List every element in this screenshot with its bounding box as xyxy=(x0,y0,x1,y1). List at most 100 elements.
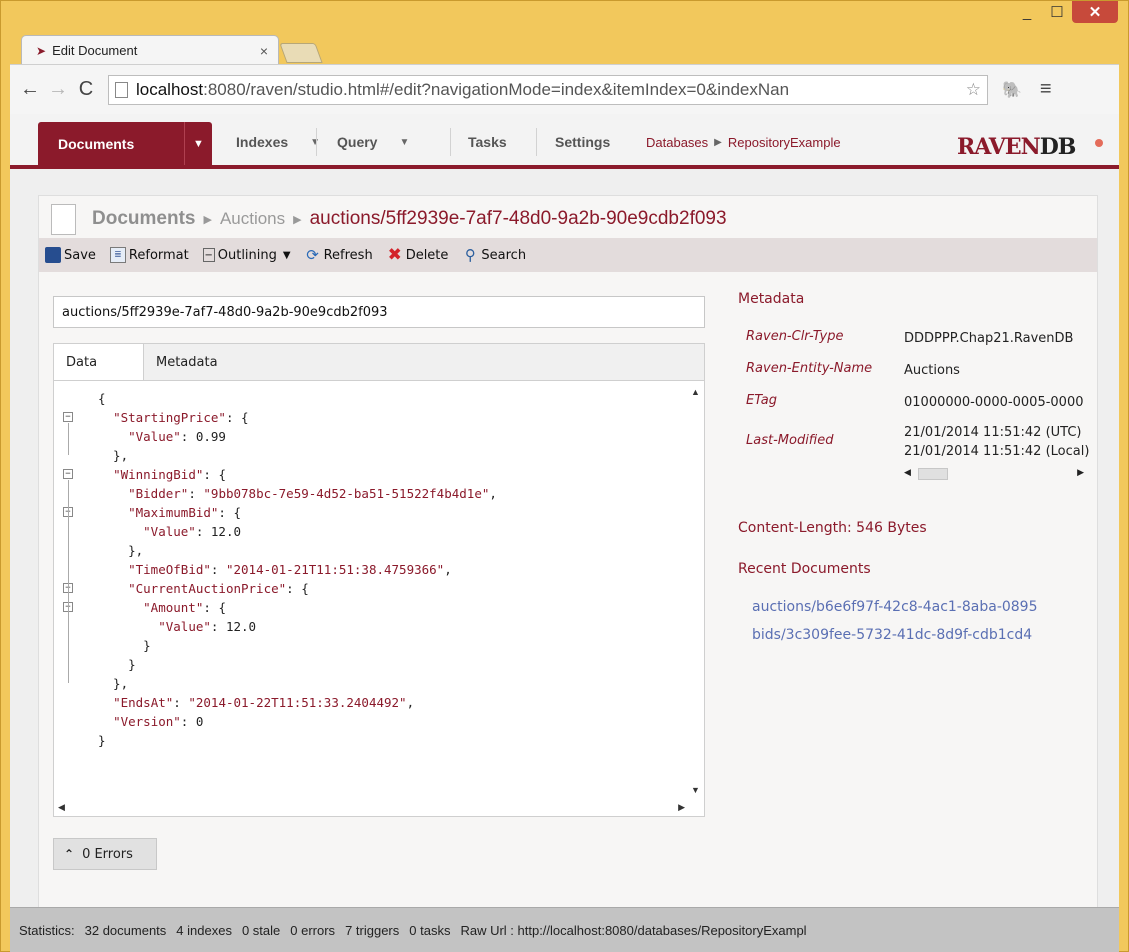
metadata-row: Raven-Entity-Name Auctions xyxy=(746,361,1091,381)
database-name-link[interactable]: RepositoryExample xyxy=(728,135,841,150)
code-line: }, xyxy=(98,676,129,691)
reload-icon[interactable]: C xyxy=(74,78,98,101)
scroll-right-icon[interactable]: ▶ xyxy=(1077,467,1084,478)
save-icon xyxy=(45,247,61,263)
scroll-up-icon[interactable]: ▲ xyxy=(691,387,700,397)
databases-link[interactable]: Databases xyxy=(646,135,708,150)
logo-text-b: DB xyxy=(1039,134,1077,160)
delete-label: Delete xyxy=(405,247,449,263)
refresh-icon: ⟳ xyxy=(306,246,319,264)
metadata-value: 21/01/2014 11:51:42 (Local) xyxy=(904,444,1090,459)
document-icon xyxy=(51,203,76,235)
nav-indexes[interactable]: Indexes ▼ xyxy=(236,126,320,158)
metadata-panel: Metadata Raven-Clr-Type DDDPPP.Chap21.Ra… xyxy=(738,291,1089,643)
reformat-button[interactable]: ≣ Reformat xyxy=(109,247,189,263)
maximize-button[interactable]: ☐ xyxy=(1042,1,1072,23)
tab-close-icon[interactable]: × xyxy=(260,43,268,59)
scroll-left-icon[interactable]: ◀ xyxy=(904,467,911,478)
nav-documents-label: Documents xyxy=(58,135,135,152)
document-panel: Documents ▶ Auctions ▶ auctions/5ff2939e… xyxy=(38,195,1098,930)
metadata-key: Last-Modified xyxy=(746,433,834,448)
arrow-right-icon: ▶ xyxy=(293,213,302,226)
recent-document-link[interactable]: auctions/b6e6f97f-42c8-4ac1-8aba-0895 xyxy=(752,599,1088,615)
chevron-down-icon[interactable]: ▼ xyxy=(184,122,212,165)
document-id-input[interactable]: auctions/5ff2939e-7af7-48d0-9a2b-90e9cdb… xyxy=(53,296,705,328)
horizontal-scrollbar[interactable]: ◀ ▶ xyxy=(54,799,689,816)
divider xyxy=(316,128,317,156)
fold-guide xyxy=(68,613,69,645)
tab-metadata[interactable]: Metadata xyxy=(144,344,230,381)
recent-documents-heading: Recent Documents xyxy=(738,561,871,577)
code-line: "Bidder": "9bb078bc-7e59-4d52-ba51-51522… xyxy=(128,486,497,501)
address-bar[interactable]: localhost :8080/raven/studio.html#/edit?… xyxy=(108,74,988,105)
metadata-row: Last-Modified 21/01/2014 11:51:42 (UTC) … xyxy=(746,423,1091,463)
refresh-label: Refresh xyxy=(323,247,373,263)
delete-button[interactable]: ✖ Delete xyxy=(387,245,449,265)
vertical-scrollbar[interactable]: ▲ ▼ xyxy=(687,381,704,801)
search-icon: ⚲ xyxy=(464,246,476,264)
back-arrow-icon[interactable]: ← xyxy=(18,78,42,101)
page-icon xyxy=(115,81,128,98)
status-raw-url[interactable]: Raw Url : http://localhost:8080/database… xyxy=(460,923,806,938)
extension-icon[interactable]: 🐘 xyxy=(1002,80,1022,100)
bookmark-star-icon[interactable]: ☆ xyxy=(966,80,981,100)
errors-button[interactable]: ⌃ 0 Errors xyxy=(53,838,157,870)
code-area[interactable]: { "StartingPrice": { "Value": 0.99 }, "W… xyxy=(54,381,689,801)
chevron-down-icon[interactable]: ▼ xyxy=(399,137,409,148)
nav-tasks[interactable]: Tasks xyxy=(468,126,507,158)
breadcrumb-collection[interactable]: Auctions xyxy=(220,209,285,229)
code-line: "Value": 12.0 xyxy=(158,619,257,634)
forward-arrow-icon[interactable]: → xyxy=(46,78,70,101)
studio-nav: Documents ▼ Indexes ▼ Query ▼ Tasks Sett… xyxy=(10,114,1119,169)
nav-settings[interactable]: Settings xyxy=(555,126,610,158)
status-errors: 0 errors xyxy=(290,923,336,938)
arrow-right-icon: ▶ xyxy=(714,136,722,148)
ravendb-logo: RAVENDB xyxy=(957,134,1077,160)
editor-tabs: Data Metadata xyxy=(53,343,705,381)
metadata-scrollbar[interactable]: ◀ ▶ xyxy=(904,467,1084,481)
url-host: localhost xyxy=(136,79,204,99)
content-length: Content-Length: 546 Bytes xyxy=(738,520,927,536)
new-tab-button[interactable] xyxy=(279,43,323,63)
status-label: Statistics: xyxy=(19,923,75,938)
scroll-thumb[interactable] xyxy=(918,468,948,480)
browser-toolbar: ← → C localhost :8080/raven/studio.html#… xyxy=(10,64,1119,114)
nav-documents[interactable]: Documents ▼ xyxy=(38,122,212,165)
scroll-down-icon[interactable]: ▼ xyxy=(691,785,700,795)
errors-label: 0 Errors xyxy=(82,846,133,862)
nav-query[interactable]: Query ▼ xyxy=(337,126,409,158)
reformat-label: Reformat xyxy=(128,247,189,263)
metadata-value: 21/01/2014 11:51:42 (UTC) xyxy=(904,425,1082,440)
code-line: "Amount": { xyxy=(143,600,226,615)
code-line: "CurrentAuctionPrice": { xyxy=(128,581,309,596)
recent-document-link[interactable]: bids/3c309fee-5732-41dc-8d9f-cdb1cd4 xyxy=(752,627,1088,643)
save-button[interactable]: Save xyxy=(45,247,96,263)
close-window-button[interactable]: ✕ xyxy=(1072,1,1118,23)
code-line: } xyxy=(98,733,106,748)
minimize-button[interactable]: _ xyxy=(1012,1,1042,23)
chevron-down-icon: ▼ xyxy=(282,249,291,261)
status-dot-icon xyxy=(1095,139,1103,147)
code-line: "Value": 0.99 xyxy=(128,429,226,444)
raven-favicon-icon: ➤ xyxy=(36,43,47,58)
metadata-value: DDDPPP.Chap21.RavenDB xyxy=(904,331,1074,346)
metadata-value: Auctions xyxy=(904,363,960,378)
outlining-button[interactable]: − Outlining ▼ xyxy=(202,248,291,263)
collapse-toggle-icon[interactable]: − xyxy=(63,412,73,422)
menu-icon[interactable]: ≡ xyxy=(1040,78,1052,101)
outlining-icon: − xyxy=(202,248,215,262)
metadata-key: Raven-Clr-Type xyxy=(746,329,844,344)
browser-tab[interactable]: ➤ Edit Document × xyxy=(21,35,279,65)
scroll-left-icon[interactable]: ◀ xyxy=(58,802,65,813)
metadata-row: Raven-Clr-Type DDDPPP.Chap21.RavenDB xyxy=(746,329,1091,349)
search-label: Search xyxy=(481,247,527,263)
refresh-button[interactable]: ⟳ Refresh xyxy=(305,246,373,264)
collapse-toggle-icon[interactable]: − xyxy=(63,469,73,479)
json-editor[interactable]: { "StartingPrice": { "Value": 0.99 }, "W… xyxy=(53,380,705,817)
tab-data[interactable]: Data xyxy=(54,344,144,381)
code-line: "WinningBid": { xyxy=(113,467,226,482)
breadcrumb-document-id: auctions/5ff2939e-7af7-48d0-9a2b-90e9cdb… xyxy=(309,208,727,229)
search-button[interactable]: ⚲ Search xyxy=(462,246,527,264)
scroll-right-icon[interactable]: ▶ xyxy=(678,802,685,813)
breadcrumb-documents[interactable]: Documents xyxy=(92,208,195,230)
